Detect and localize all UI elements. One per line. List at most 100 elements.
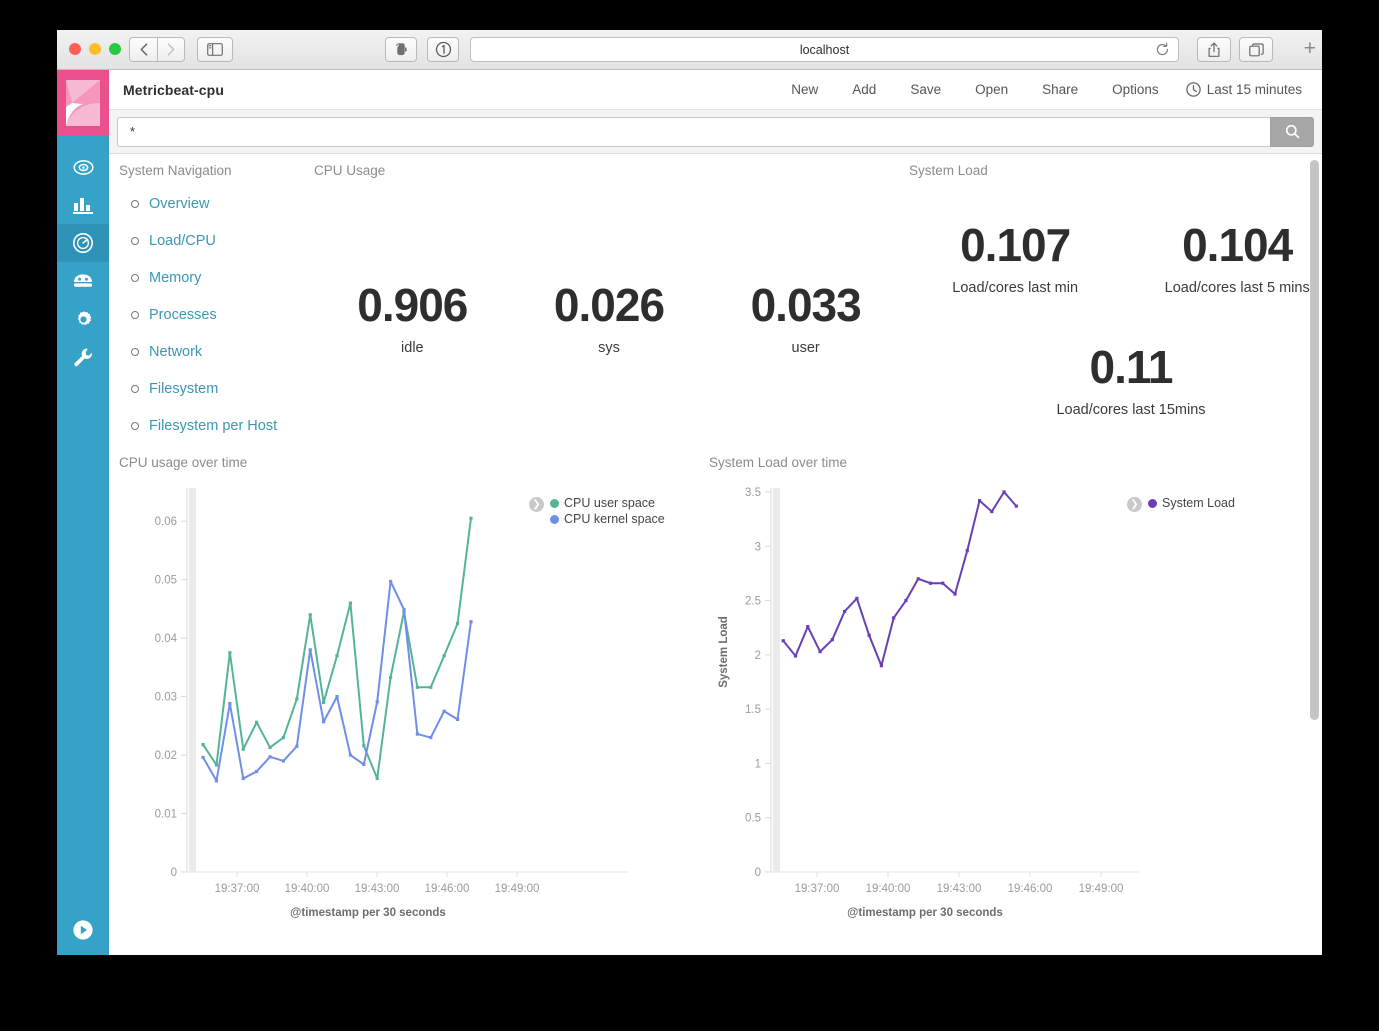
legend-entry-cpu-user-space[interactable]: CPU user space [550,496,665,510]
reload-button[interactable] [1155,42,1170,60]
visualize-bar-chart-icon [73,196,94,215]
nav-link-overview[interactable]: Overview [149,194,314,214]
list-item: Network [149,342,314,362]
menu-item-new[interactable]: New [774,70,835,110]
show-tabs-icon [1249,43,1264,57]
metric-label: sys [554,340,664,356]
maximize-window-button[interactable] [109,43,121,55]
onepassword-extension-icon [435,41,452,58]
dashboard-header: Metricbeat-cpu New Add Save Open Share O… [109,70,1322,110]
menu-item-save[interactable]: Save [893,70,958,110]
menu-item-open[interactable]: Open [958,70,1025,110]
panel-system-load-over-time: System Load over time 00.511.522.533.519… [709,455,1322,955]
search-input[interactable]: * [117,117,1270,147]
nav-link-load-cpu[interactable]: Load/CPU [149,231,314,251]
panel-title-cpu-usage: CPU Usage [314,163,904,182]
onepassword-extension-button[interactable] [427,37,459,62]
vertical-scrollbar[interactable] [1310,160,1319,720]
svg-text:19:46:00: 19:46:00 [425,883,470,895]
svg-text:0.04: 0.04 [155,633,178,645]
svg-text:19:40:00: 19:40:00 [866,883,911,895]
system-load-chart: 00.511.522.533.519:37:0019:40:0019:43:00… [709,474,1322,934]
panel-system-load: System Load 0.107 Load/cores last min 0.… [909,163,1322,453]
panel-cpu-usage: CPU Usage 0.906 idle 0.026 sys 0.033 use [314,163,904,453]
svg-text:1: 1 [755,758,761,770]
sidebar-panel-icon [207,43,223,56]
list-item: Filesystem [149,379,314,399]
metric-value: 0.104 [1165,222,1310,268]
new-tab-button[interactable]: + [1304,40,1316,58]
evernote-extension-icon [394,42,408,57]
svg-text:19:37:00: 19:37:00 [795,883,840,895]
legend-expand-icon[interactable]: ❯ [529,497,544,512]
list-item: Load/CPU [149,231,314,251]
legend-swatch [1148,499,1157,508]
legend-entry-cpu-kernel-space[interactable]: CPU kernel space [550,512,665,526]
cpu-chart-legend: ❯ CPU user space CPU kernel space [529,496,665,526]
search-submit-button[interactable] [1270,117,1314,147]
metric-load-15min: 0.11 Load/cores last 15mins [1056,344,1205,418]
chevron-left-icon [140,43,148,56]
play-collapse-icon [72,919,94,941]
svg-text:19:43:00: 19:43:00 [355,883,400,895]
svg-text:19:40:00: 19:40:00 [285,883,330,895]
forward-button[interactable] [157,37,185,62]
nav-link-network[interactable]: Network [149,342,314,362]
svg-text:0.03: 0.03 [155,692,177,704]
legend-swatch [550,515,559,524]
dashboard-menu: New Add Save Open Share Options Last 15 … [774,70,1308,110]
sidebar-item-dashboard[interactable] [57,224,109,262]
menu-item-add[interactable]: Add [835,70,893,110]
search-icon [1285,124,1300,139]
back-button[interactable] [129,37,157,62]
minimize-window-button[interactable] [89,43,101,55]
nav-link-filesystem-per-host[interactable]: Filesystem per Host [149,416,314,436]
kibana-logo[interactable] [57,70,109,136]
query-bar: * [109,110,1322,154]
svg-text:0.06: 0.06 [155,516,177,528]
svg-text:0: 0 [171,867,177,879]
system-load-chart-legend: ❯ System Load [1127,496,1235,512]
close-window-button[interactable] [69,43,81,55]
dashboard-icon [72,232,94,254]
system-load-metrics-row-1: 0.107 Load/cores last min 0.104 Load/cor… [909,222,1322,296]
metric-idle: 0.906 idle [357,282,467,356]
sidebar-toggle-button[interactable] [197,37,233,62]
show-tabs-button[interactable] [1239,37,1273,62]
legend-entry-system-load[interactable]: System Load [1148,496,1235,510]
time-range-picker[interactable]: Last 15 minutes [1176,82,1308,97]
cpu-usage-metrics: 0.906 idle 0.026 sys 0.033 user [314,282,904,356]
share-icon [1207,42,1221,58]
nav-link-processes[interactable]: Processes [149,305,314,325]
address-bar[interactable]: localhost [470,37,1179,62]
timelion-icon [72,273,94,289]
collapse-nav-button[interactable] [57,919,109,941]
menu-item-share[interactable]: Share [1025,70,1095,110]
share-button[interactable] [1197,37,1231,62]
management-gear-icon [73,309,94,330]
time-range-label: Last 15 minutes [1207,82,1302,97]
sidebar-item-visualize[interactable] [57,186,109,224]
nav-link-memory[interactable]: Memory [149,268,314,288]
svg-text:2: 2 [755,650,761,662]
legend-expand-icon[interactable]: ❯ [1127,497,1142,512]
window-traffic-lights [69,43,121,55]
svg-text:19:49:00: 19:49:00 [495,883,540,895]
svg-text:1.5: 1.5 [745,704,761,716]
sidebar-item-discover[interactable] [57,148,109,186]
nav-link-filesystem[interactable]: Filesystem [149,379,314,399]
list-item: Overview [149,194,314,214]
cpu-usage-chart-svg[interactable]: 00.010.020.030.040.050.0619:37:0019:40:0… [119,474,639,934]
svg-text:19:49:00: 19:49:00 [1079,883,1124,895]
dashboard-grid: System Navigation Overview Load/CPU Memo… [109,155,1322,955]
system-load-metrics-row-2: 0.11 Load/cores last 15mins [909,344,1322,418]
sidebar-item-dev-tools[interactable] [57,338,109,376]
svg-text:3: 3 [755,541,761,553]
evernote-extension-button[interactable] [385,37,417,62]
system-load-chart-svg[interactable]: 00.511.522.533.519:37:0019:40:0019:43:00… [709,474,1149,934]
menu-item-options[interactable]: Options [1095,70,1176,110]
sidebar-item-timelion[interactable] [57,262,109,300]
browser-toolbar: localhost + [57,30,1322,70]
sidebar-item-management[interactable] [57,300,109,338]
svg-text:0.5: 0.5 [745,813,761,825]
